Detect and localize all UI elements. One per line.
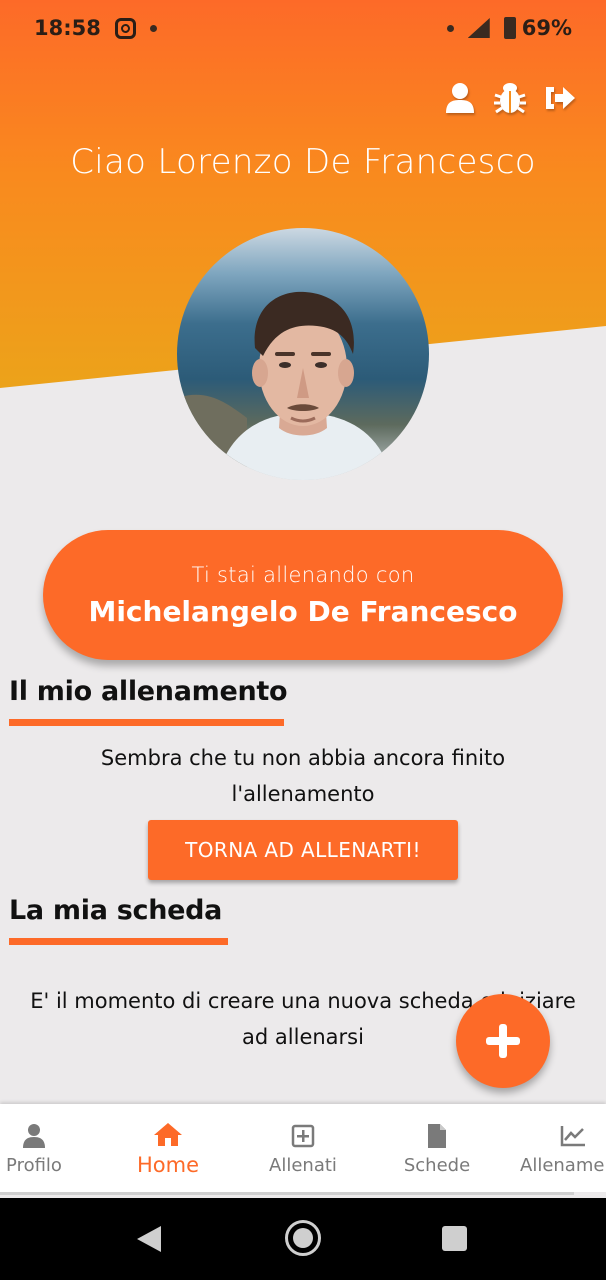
notification-dot-icon	[149, 24, 157, 32]
user-icon	[22, 1121, 46, 1151]
chart-line-icon	[520, 1121, 606, 1151]
nav-label-allenati: Allenati	[269, 1154, 337, 1176]
nav-divider	[0, 1192, 574, 1195]
status-right: 69%	[446, 16, 572, 40]
profile-icon[interactable]	[442, 80, 478, 116]
workout-message-line1: Sembra che tu non abbia ancora finito	[100, 746, 506, 770]
header-actions	[442, 80, 578, 116]
recent-apps-icon[interactable]	[442, 1226, 467, 1251]
plus-icon	[486, 1024, 520, 1058]
nav-label-profilo: Profilo	[6, 1154, 62, 1176]
workout-section-title: Il mio allenamento	[9, 676, 288, 707]
status-left: 18:58	[34, 16, 157, 40]
nav-label-schede: Schede	[403, 1154, 471, 1176]
document-icon	[427, 1121, 447, 1151]
plan-section-title: La mia scheda	[9, 895, 223, 926]
plus-square-icon	[291, 1121, 315, 1151]
nav-label-allenamenti: Allenamenti	[520, 1154, 606, 1176]
home-icon	[153, 1119, 183, 1149]
signal-icon	[467, 18, 490, 38]
plan-section-underline	[9, 938, 228, 945]
bug-icon[interactable]	[492, 80, 528, 116]
bottom-navigation: Profilo Home Allenati Schede Allenamenti	[0, 1104, 606, 1192]
trainer-card[interactable]: Ti stai allenando con Michelangelo De Fr…	[43, 530, 563, 660]
workout-message-line2: l'allenamento	[231, 782, 375, 806]
battery-icon	[503, 17, 516, 39]
status-time: 18:58	[34, 16, 101, 40]
status-bar: 18:58 69%	[0, 0, 606, 56]
resume-workout-button[interactable]: TORNA AD ALLENARTI!	[148, 820, 458, 880]
nav-item-profilo[interactable]: Profilo	[0, 1104, 68, 1192]
home-button-icon[interactable]	[285, 1220, 321, 1256]
status-dot-icon	[446, 24, 454, 32]
greeting-title: Ciao Lorenzo De Francesco	[70, 142, 536, 182]
trainer-subtitle: Ti stai allenando con	[191, 562, 415, 587]
nav-item-home[interactable]: Home	[118, 1104, 218, 1192]
logout-icon[interactable]	[542, 80, 578, 116]
avatar[interactable]	[177, 228, 429, 480]
trainer-name: Michelangelo De Francesco	[88, 594, 518, 628]
nav-item-allenamenti[interactable]: Allenamenti	[520, 1104, 606, 1192]
battery-percent: 69%	[521, 16, 572, 40]
system-navigation-bar	[0, 1198, 606, 1280]
instagram-notification-icon	[114, 17, 136, 39]
nav-label-home: Home	[136, 1153, 199, 1177]
nav-item-allenati[interactable]: Allenati	[253, 1104, 353, 1192]
back-icon[interactable]	[137, 1226, 161, 1252]
add-plan-fab[interactable]	[456, 994, 550, 1088]
workout-section-underline	[9, 719, 284, 726]
workout-message: Sembra che tu non abbia ancora finito l'…	[0, 740, 606, 812]
nav-item-schede[interactable]: Schede	[387, 1104, 487, 1192]
